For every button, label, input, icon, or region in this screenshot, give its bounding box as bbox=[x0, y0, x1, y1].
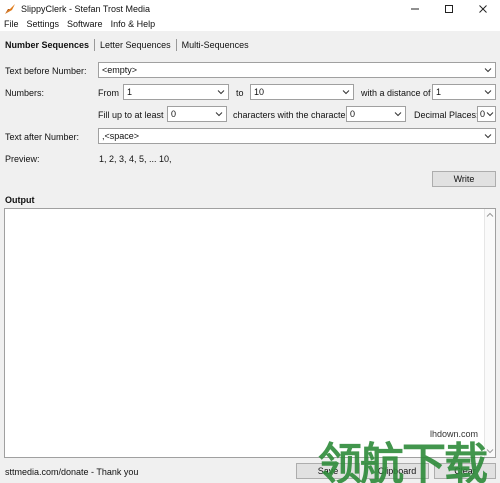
chevron-down-icon bbox=[217, 90, 225, 95]
text-before-value: <empty> bbox=[102, 65, 138, 75]
fill-label: Fill up to at least bbox=[98, 110, 164, 120]
distance-label: with a distance of bbox=[361, 88, 431, 98]
text-before-select[interactable]: <empty> bbox=[98, 62, 496, 78]
preview-value: 1, 2, 3, 4, 5, ... 10, bbox=[99, 154, 172, 164]
chevron-down-icon bbox=[342, 90, 350, 95]
distance-select[interactable]: 1 bbox=[432, 84, 496, 100]
text-after-label: Text after Number: bbox=[5, 132, 80, 142]
output-label: Output bbox=[5, 195, 35, 205]
decimal-value: 0 bbox=[480, 109, 486, 119]
from-label: From bbox=[98, 88, 119, 98]
character-value: 0 bbox=[350, 109, 356, 119]
preview-label: Preview: bbox=[5, 154, 40, 164]
app-icon bbox=[3, 2, 17, 16]
character-label: characters with the character bbox=[233, 110, 349, 120]
from-select[interactable]: 1 bbox=[123, 84, 229, 100]
minimize-icon[interactable] bbox=[398, 0, 432, 17]
decimal-select[interactable]: 0 bbox=[477, 106, 496, 122]
from-value: 1 bbox=[127, 87, 133, 97]
chevron-down-icon bbox=[484, 134, 492, 139]
menu-settings[interactable]: Settings bbox=[23, 19, 64, 29]
close-icon[interactable] bbox=[466, 0, 500, 17]
text-after-value: ,<space> bbox=[102, 131, 140, 141]
tab-multi-sequences[interactable]: Multi-Sequences bbox=[177, 39, 254, 51]
decimal-label: Decimal Places: bbox=[414, 110, 479, 120]
chevron-down-icon bbox=[486, 112, 494, 117]
fill-value: 0 bbox=[171, 109, 177, 119]
status-text[interactable]: sttmedia.com/donate - Thank you bbox=[5, 467, 138, 477]
save-button[interactable]: Save bbox=[296, 463, 360, 479]
distance-value: 1 bbox=[436, 87, 442, 97]
to-value: 10 bbox=[254, 87, 265, 97]
chevron-down-icon bbox=[484, 68, 492, 73]
chevron-down-icon bbox=[215, 112, 223, 117]
tab-bar: Number Sequences Letter Sequences Multi-… bbox=[0, 36, 254, 54]
to-label: to bbox=[236, 88, 244, 98]
title-bar: SlippyClerk - Stefan Trost Media bbox=[0, 0, 500, 17]
write-button[interactable]: Write bbox=[432, 171, 496, 187]
chevron-down-icon bbox=[484, 90, 492, 95]
output-textarea[interactable] bbox=[4, 208, 496, 458]
window-title: SlippyClerk - Stefan Trost Media bbox=[21, 3, 151, 14]
text-before-label: Text before Number: bbox=[5, 66, 87, 76]
menu-file[interactable]: File bbox=[0, 19, 23, 29]
menu-bar: File Settings Software Info & Help bbox=[0, 17, 500, 31]
numbers-label: Numbers: bbox=[5, 88, 45, 98]
maximize-icon[interactable] bbox=[432, 0, 466, 17]
fill-select[interactable]: 0 bbox=[167, 106, 227, 122]
clear-button[interactable]: Clear bbox=[434, 463, 496, 479]
scroll-up-icon[interactable] bbox=[486, 211, 494, 219]
to-select[interactable]: 10 bbox=[250, 84, 354, 100]
menu-info-help[interactable]: Info & Help bbox=[107, 19, 160, 29]
scroll-down-icon[interactable] bbox=[486, 447, 494, 455]
tab-number-sequences[interactable]: Number Sequences bbox=[0, 39, 96, 51]
menu-software[interactable]: Software bbox=[63, 19, 107, 29]
tab-letter-sequences[interactable]: Letter Sequences bbox=[95, 39, 177, 51]
output-scrollbar[interactable] bbox=[484, 209, 495, 457]
character-select[interactable]: 0 bbox=[346, 106, 406, 122]
chevron-down-icon bbox=[394, 112, 402, 117]
clipboard-button[interactable]: Clipboard bbox=[365, 463, 429, 479]
text-after-select[interactable]: ,<space> bbox=[98, 128, 496, 144]
